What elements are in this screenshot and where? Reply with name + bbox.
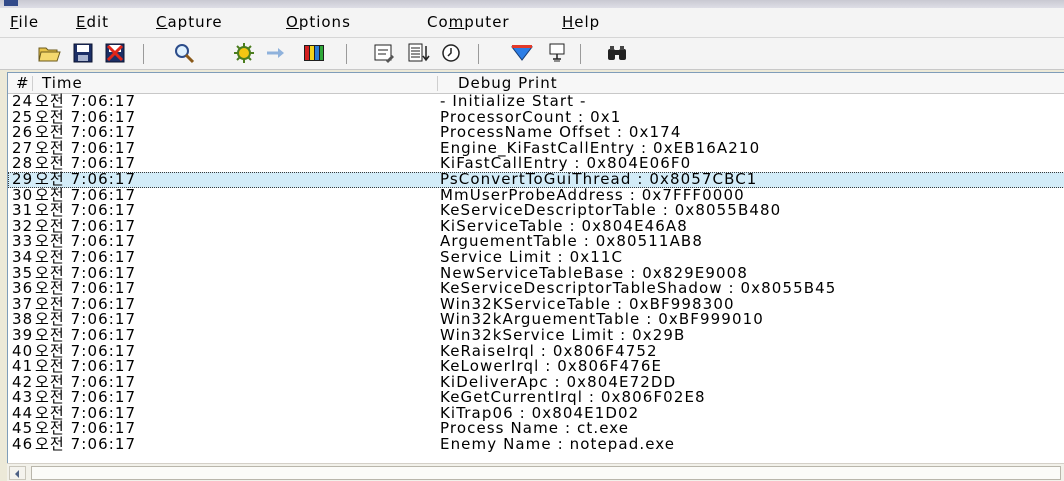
column-header-debug-print[interactable]: Debug Print [458, 73, 558, 93]
table-row[interactable]: 46 오전 7:06:17 Enemy Name : notepad.exe [8, 435, 1064, 454]
horizontal-scrollbar[interactable] [7, 463, 1064, 481]
menu-capture-mnemonic: C [156, 13, 168, 31]
capture-kernel-icon[interactable] [232, 41, 256, 65]
column-header-time[interactable]: Time [42, 73, 83, 93]
binoculars-find-icon[interactable] [605, 41, 629, 65]
debug-output-list[interactable]: # Time Debug Print 24 오전 7:06:17- Initial… [7, 72, 1064, 464]
menu-options-label: ptions [298, 13, 351, 31]
scroll-left-arrow-icon[interactable] [9, 466, 26, 480]
menu-options[interactable]: Options [286, 13, 351, 31]
magnifier-icon[interactable] [172, 41, 196, 65]
menu-edit[interactable]: Edit [76, 13, 109, 31]
menu-computer-label: puter [464, 13, 510, 31]
menu-file-mnemonic: F [10, 13, 19, 31]
clear-display-icon[interactable] [103, 41, 127, 65]
toolbar-separator [580, 44, 581, 64]
row-number: 46 [12, 435, 34, 454]
debugview-window: File Edit Capture Options Computer Help [0, 0, 1064, 481]
computer-connect-icon[interactable] [545, 41, 569, 65]
menu-file[interactable]: File [10, 13, 39, 31]
toolbar-separator [478, 44, 479, 64]
toolbar-separator [143, 44, 144, 64]
menu-bar: File Edit Capture Options Computer Help [0, 8, 1064, 38]
list-rows: 24 오전 7:06:17- Initialize Start -25 오전 7:0… [8, 93, 1064, 454]
menu-computer[interactable]: Computer [427, 13, 510, 31]
app-icon [4, 0, 18, 6]
menu-capture-label: apture [167, 13, 223, 31]
list-header: # Time Debug Print [8, 73, 1064, 94]
highlight-icon[interactable] [302, 41, 326, 65]
clock-time-icon[interactable] [372, 41, 396, 65]
menu-help-mnemonic: H [562, 13, 575, 31]
clock-icon[interactable] [439, 41, 463, 65]
menu-computer-mnemonic: m [448, 13, 465, 31]
menu-edit-label: dit [86, 13, 110, 31]
toolbar-separator [346, 44, 347, 64]
column-divider[interactable] [437, 76, 438, 91]
menu-edit-mnemonic: E [76, 13, 87, 31]
row-debug-message: Enemy Name : notepad.exe [440, 435, 676, 454]
title-bar[interactable] [0, 0, 1064, 8]
column-divider[interactable] [32, 76, 33, 91]
row-time: 오전 7:06:17 [35, 435, 137, 454]
filter-icon[interactable] [510, 41, 534, 65]
menu-help[interactable]: Help [562, 13, 600, 31]
menu-capture[interactable]: Capture [156, 13, 223, 31]
menu-file-label: ile [18, 13, 40, 31]
scroll-autoscroll-icon[interactable] [406, 41, 430, 65]
arrow-right-icon[interactable] [264, 41, 288, 65]
save-icon[interactable] [71, 41, 95, 65]
menu-options-mnemonic: O [286, 13, 299, 31]
scrollbar-thumb[interactable] [31, 466, 1061, 480]
toolbar [0, 38, 1064, 70]
column-header-number[interactable]: # [16, 73, 30, 93]
open-folder-icon[interactable] [37, 41, 61, 65]
menu-help-label: elp [574, 13, 601, 31]
menu-computer-prefix: Co [427, 13, 449, 31]
